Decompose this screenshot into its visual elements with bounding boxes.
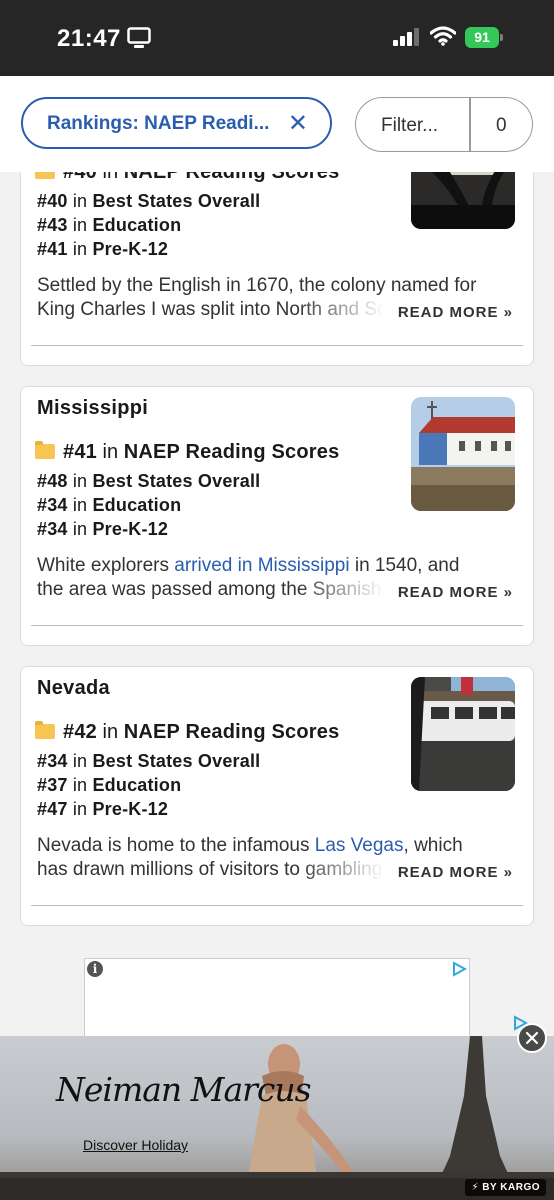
active-filter-label: Rankings: NAEP Readi...	[47, 113, 270, 134]
battery-icon: 91	[465, 27, 503, 48]
ranking-row: #40 in Best States Overall	[37, 191, 261, 211]
state-card[interactable]: Nevada #42 in NAEP Reading Scores #34 in…	[20, 666, 534, 926]
filter-button[interactable]: Filter... 0	[355, 97, 533, 152]
ad-background-image	[0, 1036, 554, 1200]
state-name[interactable]: Nevada	[37, 677, 110, 700]
read-more-link[interactable]: READ MORE »	[398, 864, 513, 881]
primary-ranking: #41 in NAEP Reading Scores	[35, 441, 339, 464]
divider	[31, 625, 523, 626]
ad-attribution: ⚡ BY KARGO	[465, 1179, 546, 1196]
info-icon[interactable]: i	[87, 961, 103, 977]
ranking-row: #34 in Best States Overall	[37, 751, 261, 771]
ad-slot[interactable]: i	[84, 958, 470, 1048]
ranking-row: #34 in Pre-K-12	[37, 519, 169, 539]
adchoices-icon[interactable]	[451, 961, 467, 977]
state-thumbnail[interactable]	[411, 397, 515, 511]
folder-icon	[35, 721, 55, 739]
close-icon	[525, 1031, 539, 1045]
status-bar: 21:47 91	[0, 0, 554, 76]
ad-brand-logo: Neiman Marcus	[56, 1070, 312, 1109]
screen-mirroring-icon	[127, 27, 151, 48]
primary-ranking: #42 in NAEP Reading Scores	[35, 721, 339, 744]
inline-link[interactable]: arrived in Mississippi	[174, 555, 349, 576]
filter-count: 0	[496, 115, 507, 136]
ad-cta-link[interactable]: Discover Holiday	[83, 1137, 188, 1153]
folder-icon	[35, 172, 55, 179]
cellular-signal-icon	[393, 28, 419, 46]
primary-ranking: #40 in NAEP Reading Scores	[35, 172, 339, 184]
ranking-row: #43 in Education	[37, 215, 182, 235]
read-more-link[interactable]: READ MORE »	[398, 584, 513, 601]
filter-bar: Rankings: NAEP Readi... ✕ Filter... 0	[0, 76, 554, 172]
ranking-row: #48 in Best States Overall	[37, 471, 261, 491]
active-filter-chip[interactable]: Rankings: NAEP Readi... ✕	[21, 97, 332, 149]
divider	[31, 905, 523, 906]
ranking-row: #37 in Education	[37, 775, 182, 795]
state-thumbnail[interactable]	[411, 172, 515, 229]
close-ad-button[interactable]	[517, 1023, 547, 1053]
ranking-row: #41 in Pre-K-12	[37, 239, 169, 259]
state-thumbnail[interactable]	[411, 677, 515, 791]
wifi-icon	[430, 26, 456, 46]
results-list[interactable]: #40 in NAEP Reading Scores #40 in Best S…	[0, 172, 554, 1036]
inline-link[interactable]: Las Vegas	[315, 835, 404, 856]
state-name[interactable]: Mississippi	[37, 397, 148, 420]
read-more-link[interactable]: READ MORE »	[398, 304, 513, 321]
folder-icon	[35, 441, 55, 459]
state-card[interactable]: Mississippi #41 in NAEP Reading Scores #…	[20, 386, 534, 646]
battery-level: 91	[465, 27, 499, 48]
ranking-row: #34 in Education	[37, 495, 182, 515]
sticky-banner-ad[interactable]: Neiman Marcus Discover Holiday ⚡ BY KARG…	[0, 1036, 554, 1200]
close-icon[interactable]: ✕	[288, 109, 308, 138]
divider	[31, 345, 523, 346]
ranking-row: #47 in Pre-K-12	[37, 799, 169, 819]
clock: 21:47	[57, 25, 121, 52]
filter-label: Filter...	[381, 115, 439, 136]
state-card[interactable]: #40 in NAEP Reading Scores #40 in Best S…	[20, 172, 534, 366]
divider	[469, 98, 471, 151]
